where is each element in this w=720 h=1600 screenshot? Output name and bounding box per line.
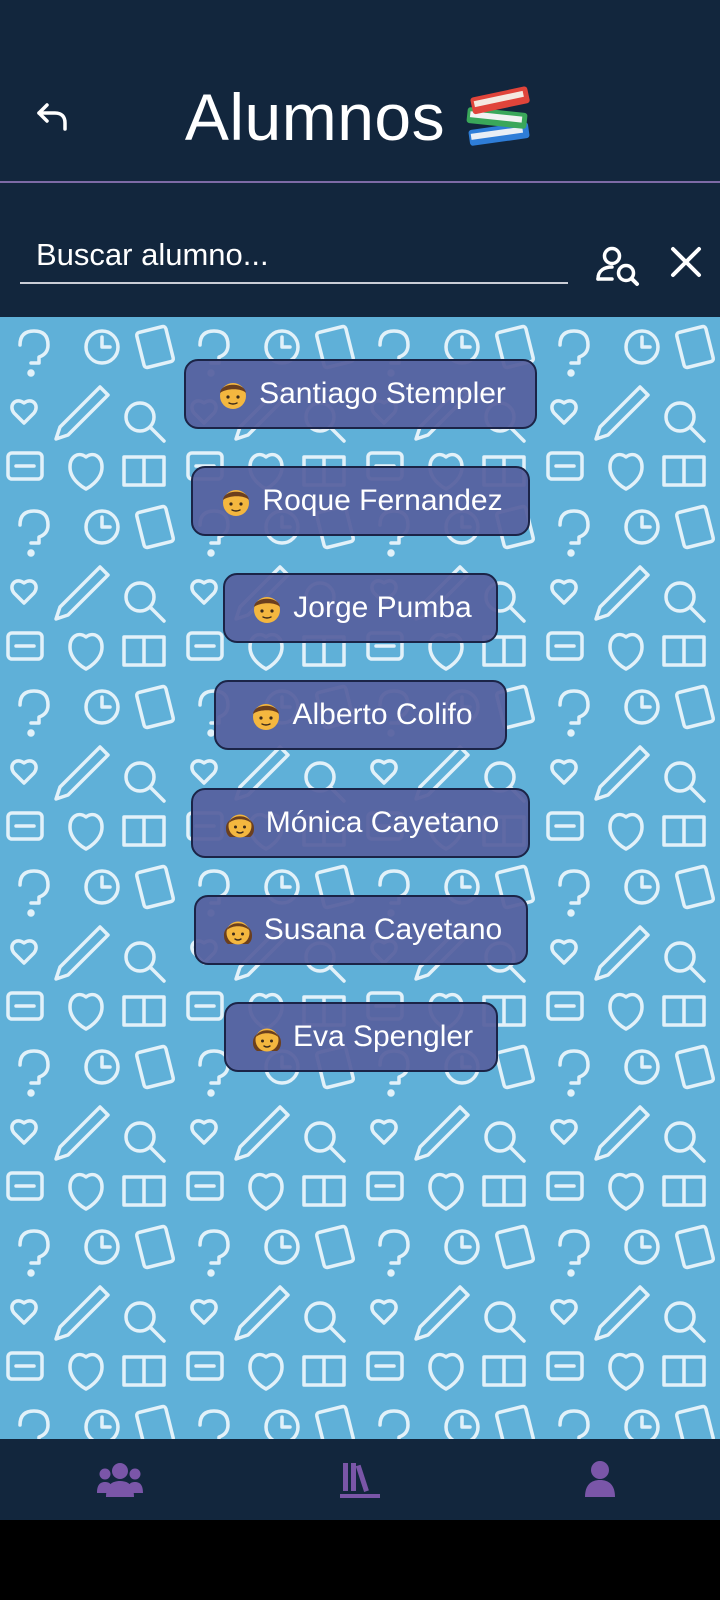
nav-library-button[interactable]: [330, 1451, 390, 1507]
students-list: Santiago Stempler Roque Fernandez Jorge …: [0, 317, 720, 1439]
app-header: Alumnos: [0, 0, 720, 183]
girl-avatar-icon: [223, 921, 252, 945]
student-item-susana-cayetano[interactable]: Susana Cayetano: [194, 895, 528, 965]
student-item-eva-spengler[interactable]: Eva Spengler: [224, 1002, 498, 1072]
boy-avatar-icon: [253, 704, 280, 730]
student-item-roque-fernandez[interactable]: Roque Fernandez: [191, 466, 530, 536]
student-item-monica-cayetano[interactable]: Mónica Cayetano: [191, 788, 530, 858]
clear-search-button[interactable]: [662, 238, 710, 286]
close-icon: [671, 247, 701, 277]
library-icon: [340, 1463, 380, 1498]
nav-profile-button[interactable]: [570, 1451, 630, 1507]
student-name: Alberto Colifo: [292, 698, 473, 731]
student-name: Mónica Cayetano: [265, 806, 500, 839]
girl-avatar-icon: [225, 814, 254, 838]
nav-students-button[interactable]: [90, 1451, 150, 1507]
user-search-icon: [596, 246, 639, 286]
students-content: Santiago Stempler Roque Fernandez Jorge …: [0, 317, 720, 1439]
boy-avatar-icon: [220, 383, 247, 409]
books-icon: [466, 86, 530, 146]
girl-avatar-icon: [252, 1028, 281, 1052]
app-screen: Alumnos Buscar alumno... Santiago Stempl…: [0, 0, 720, 1600]
user-profile-icon: [585, 1461, 615, 1497]
bottom-navigation: [0, 1439, 720, 1520]
search-input[interactable]: [20, 228, 568, 284]
student-name: Eva Spengler: [292, 1020, 474, 1053]
user-search-button[interactable]: [590, 241, 646, 291]
student-name: Santiago Stempler: [259, 377, 506, 410]
student-item-jorge-pumba[interactable]: Jorge Pumba: [223, 573, 498, 643]
page-title-wrap: Alumnos: [0, 72, 720, 162]
page-title: Alumnos: [184, 80, 446, 154]
student-name: Susana Cayetano: [263, 913, 503, 946]
student-item-santiago-stempler[interactable]: Santiago Stempler: [184, 359, 537, 429]
users-group-icon: [97, 1463, 143, 1497]
search-bar: [0, 183, 720, 317]
student-name: Jorge Pumba: [293, 591, 472, 624]
boy-avatar-icon: [254, 597, 281, 623]
boy-avatar-icon: [223, 490, 250, 516]
system-navigation-bar: [0, 1520, 720, 1600]
student-item-alberto-colifo[interactable]: Alberto Colifo: [214, 680, 507, 750]
student-name: Roque Fernandez: [262, 484, 503, 517]
